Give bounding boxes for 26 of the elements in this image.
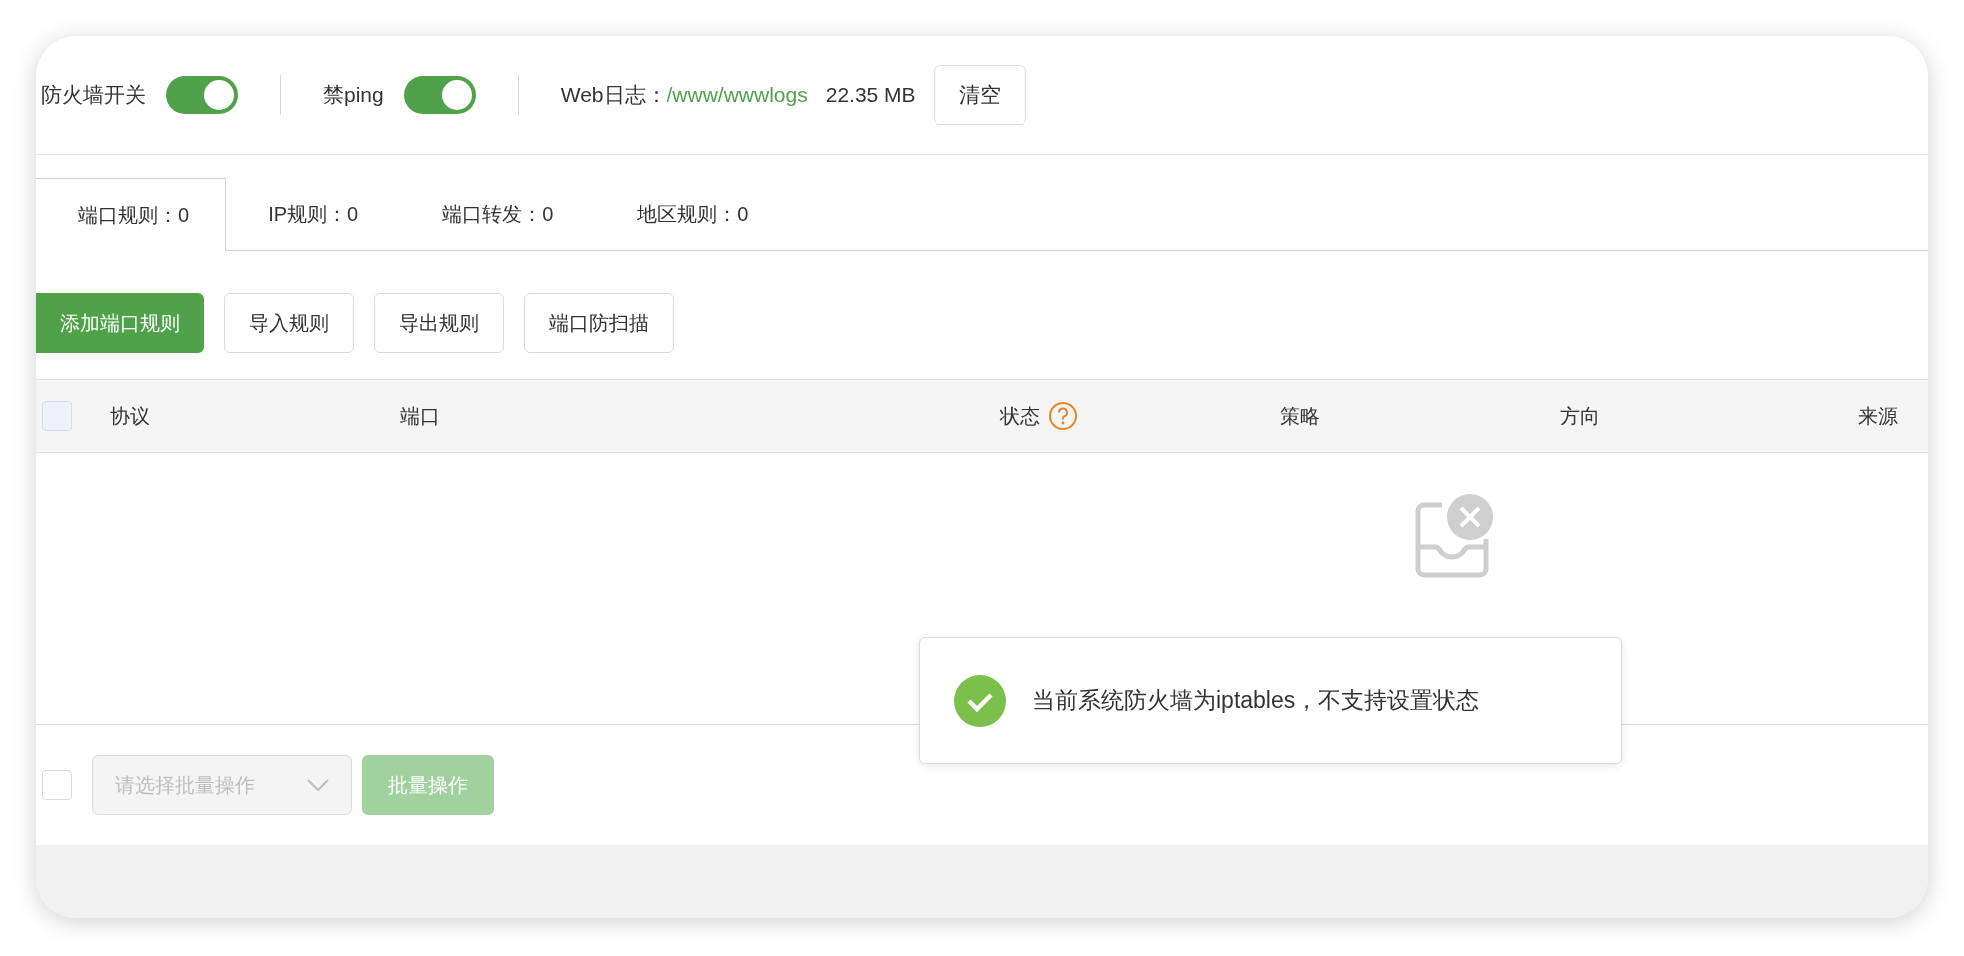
column-header: 端口 [400,404,440,429]
toggle-switch[interactable] [166,76,238,114]
switch-label: 防火墙开关 [41,82,146,109]
toggle-switch[interactable] [403,76,476,114]
column-header: 策略 [1280,404,1320,429]
help-icon[interactable] [1048,401,1078,431]
tab[interactable]: 端口转发：0 [400,178,596,250]
tab[interactable]: 端口规则：0 [36,178,227,251]
tab[interactable]: IP规则：0 [226,178,401,250]
tab[interactable]: 地区规则：0 [595,178,791,250]
switch-label: 禁ping [323,82,384,109]
clear-button[interactable]: 清空 [933,65,1026,125]
log-label: Web日志： [560,82,667,109]
toast-message: 当前系统防火墙为iptables，不支持设置状态 [1032,686,1480,716]
column-header: 状态 [1000,404,1040,429]
column-header: 来源 [1858,404,1898,429]
column-header: 协议 [110,404,150,429]
chevron-down-icon [307,779,329,791]
action-button[interactable]: 导入规则 [224,293,354,353]
success-icon [954,674,1006,727]
checkbox[interactable] [42,770,72,800]
log-size: 22.35 MB [825,82,916,109]
column-header: 方向 [1560,404,1600,429]
action-button[interactable]: 端口防扫描 [524,293,674,353]
action-button[interactable]: 导出规则 [374,293,504,353]
checkbox[interactable] [42,401,72,431]
